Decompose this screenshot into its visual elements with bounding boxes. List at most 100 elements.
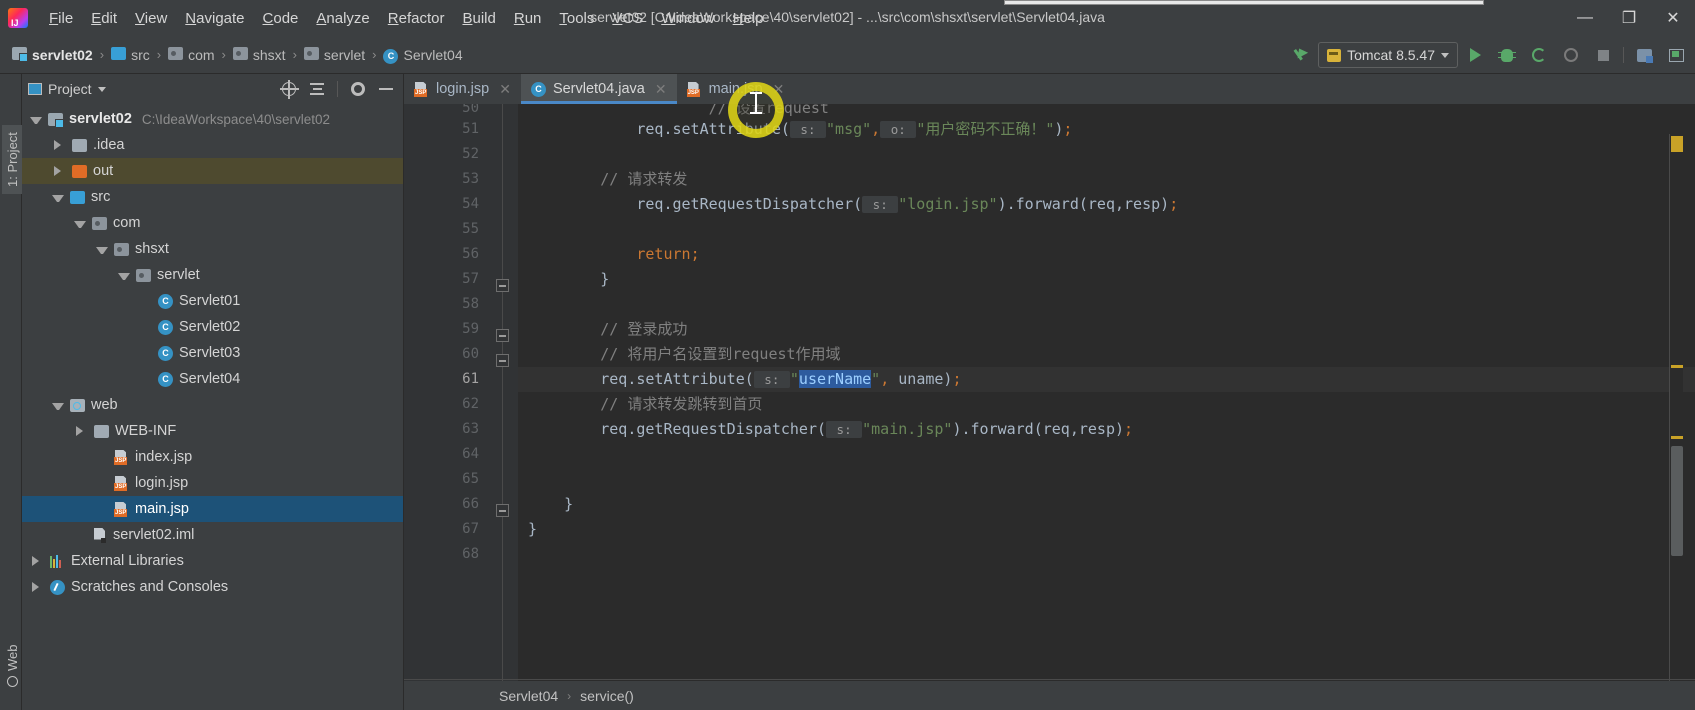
stripe-marker[interactable]	[1671, 436, 1683, 439]
tree-item-servlet[interactable]: servlet	[22, 262, 403, 288]
tree-item-servlet02[interactable]: servlet02 C:\IdeaWorkspace\40\servlet02	[22, 106, 403, 132]
editor-tab-servlet04-java[interactable]: C Servlet04.java ✕	[520, 74, 677, 104]
tree-item-servlet02-iml[interactable]: servlet02.iml	[22, 522, 403, 548]
tree-item-login-jsp[interactable]: JSP login.jsp	[22, 470, 403, 496]
menu-item-file[interactable]: File	[40, 7, 82, 30]
breadcrumb-item-com[interactable]: com	[166, 46, 216, 64]
breadcrumb-item-servlet[interactable]: servlet	[302, 46, 367, 64]
tree-item-external-libraries[interactable]: External Libraries	[22, 548, 403, 574]
chevron-down-icon[interactable]	[52, 402, 64, 410]
tool-window-tab-project[interactable]: 1: Project	[2, 125, 23, 194]
tree-item-web[interactable]: web	[22, 392, 403, 418]
chevron-down-icon[interactable]	[30, 116, 42, 124]
menu-item-code[interactable]: Code	[254, 7, 308, 30]
menu-item-navigate[interactable]: Navigate	[176, 7, 253, 30]
editor-tab-main-jsp[interactable]: JSP main.jsp ✕	[677, 74, 795, 104]
code-line[interactable]: // 将用户名设置到request作用域	[518, 342, 1695, 367]
chevron-right-icon[interactable]	[54, 166, 66, 176]
menu-item-refactor[interactable]: Refactor	[379, 7, 454, 30]
breadcrumb-item-servlet02[interactable]: servlet02	[10, 46, 95, 64]
close-tab-icon[interactable]: ✕	[499, 81, 511, 98]
tree-item-scratches-and-consoles[interactable]: Scratches and Consoles	[22, 574, 403, 600]
menu-item-view[interactable]: View	[126, 7, 176, 30]
editor-breadcrumb-item[interactable]: Servlet04	[499, 688, 558, 704]
tree-item-out[interactable]: out	[22, 158, 403, 184]
project-view-chevron-down-icon[interactable]	[97, 86, 106, 92]
chevron-down-icon[interactable]	[96, 246, 108, 254]
tree-item--idea[interactable]: .idea	[22, 132, 403, 158]
tree-item-shsxt[interactable]: shsxt	[22, 236, 403, 262]
code-line[interactable]	[518, 292, 1695, 317]
menu-item-build[interactable]: Build	[453, 7, 504, 30]
tree-item-servlet02[interactable]: C Servlet02	[22, 314, 403, 340]
fold-marker-icon[interactable]	[496, 354, 509, 367]
breadcrumb-item-src[interactable]: src	[109, 46, 152, 64]
code-line[interactable]: // 设置request	[518, 104, 1695, 117]
tree-item-servlet04[interactable]: C Servlet04	[22, 366, 403, 392]
code-line[interactable]: req.getRequestDispatcher( s: "main.jsp")…	[518, 417, 1695, 442]
chevron-right-icon[interactable]	[54, 140, 66, 150]
chevron-right-icon[interactable]	[76, 426, 88, 436]
tree-item-src[interactable]: src	[22, 184, 403, 210]
editor-scrollbar-thumb[interactable]	[1671, 446, 1683, 556]
code-line[interactable]: return;	[518, 242, 1695, 267]
chevron-down-icon[interactable]	[52, 194, 64, 202]
menu-item-run[interactable]: Run	[505, 7, 551, 30]
fold-marker-icon[interactable]	[496, 329, 509, 342]
code-line[interactable]	[518, 217, 1695, 242]
run-configuration-selector[interactable]: Tomcat 8.5.47	[1318, 42, 1458, 68]
minimize-button[interactable]: —	[1563, 0, 1607, 36]
code-line[interactable]: }	[518, 492, 1695, 517]
editor-breadcrumb-item[interactable]: service()	[580, 688, 634, 704]
chevron-right-icon[interactable]	[32, 556, 44, 566]
debug-button[interactable]	[1492, 40, 1522, 70]
code-folding-column[interactable]	[488, 104, 518, 682]
tree-item-servlet03[interactable]: C Servlet03	[22, 340, 403, 366]
chevron-down-icon[interactable]	[74, 220, 86, 228]
code-line[interactable]	[518, 467, 1695, 492]
code-line[interactable]	[518, 542, 1695, 567]
code-line[interactable]	[518, 442, 1695, 467]
error-stripe-marker-bar[interactable]	[1669, 134, 1683, 710]
update-project-icon[interactable]	[1286, 40, 1316, 70]
code-editor[interactable]: 50 51 52 53 54 55 56 57 58 59 60 61 62 63 64 65 66 67 68 /…	[404, 104, 1695, 710]
update-running-app-icon[interactable]	[1629, 40, 1659, 70]
open-in-browser-icon[interactable]	[1661, 40, 1691, 70]
tree-item-com[interactable]: com	[22, 210, 403, 236]
close-tab-icon[interactable]: ✕	[773, 81, 785, 98]
run-button[interactable]	[1460, 40, 1490, 70]
tree-item-main-jsp[interactable]: JSP main.jsp	[22, 496, 403, 522]
tree-item-web-inf[interactable]: WEB-INF	[22, 418, 403, 444]
hide-panel-icon[interactable]	[375, 78, 397, 100]
code-line[interactable]: req.getRequestDispatcher( s: "login.jsp"…	[518, 192, 1695, 217]
code-line[interactable]: // 请求转发跳转到首页	[518, 392, 1695, 417]
code-line[interactable]: // 请求转发	[518, 167, 1695, 192]
editor-tab-login-jsp[interactable]: JSP login.jsp ✕	[404, 74, 521, 104]
scroll-from-source-icon[interactable]	[278, 78, 300, 100]
run-with-coverage-button[interactable]	[1524, 40, 1554, 70]
maximize-button[interactable]: ❐	[1607, 0, 1651, 36]
chevron-down-icon[interactable]	[118, 272, 130, 280]
chevron-right-icon[interactable]	[32, 582, 44, 592]
fold-marker-end-icon[interactable]	[496, 504, 509, 517]
stripe-marker[interactable]	[1671, 136, 1683, 152]
fold-marker-end-icon[interactable]	[496, 279, 509, 292]
code-line[interactable]: }	[518, 517, 1695, 542]
menu-item-edit[interactable]: Edit	[82, 7, 126, 30]
menu-item-analyze[interactable]: Analyze	[307, 7, 378, 30]
code-line[interactable]: req.setAttribute( s: "msg", o: "用户密码不正确！…	[518, 117, 1695, 142]
tree-item-index-jsp[interactable]: JSP index.jsp	[22, 444, 403, 470]
code-line[interactable]	[518, 142, 1695, 167]
close-button[interactable]: ✕	[1651, 0, 1695, 36]
stripe-marker[interactable]	[1671, 365, 1683, 368]
collapse-all-icon[interactable]	[306, 78, 328, 100]
tree-item-servlet01[interactable]: C Servlet01	[22, 288, 403, 314]
code-line[interactable]: // 登录成功	[518, 317, 1695, 342]
code-text[interactable]: // 设置request req.setAttribute( s: "msg",…	[518, 104, 1695, 682]
breadcrumb-item-shsxt[interactable]: shsxt	[231, 46, 288, 64]
close-tab-icon[interactable]: ✕	[655, 81, 667, 98]
code-line[interactable]: }	[518, 267, 1695, 292]
breadcrumb-item-servlet04[interactable]: C Servlet04	[381, 45, 464, 65]
code-line[interactable]: req.setAttribute( s: "userName", uname);	[518, 367, 1695, 392]
gear-icon[interactable]	[347, 78, 369, 100]
